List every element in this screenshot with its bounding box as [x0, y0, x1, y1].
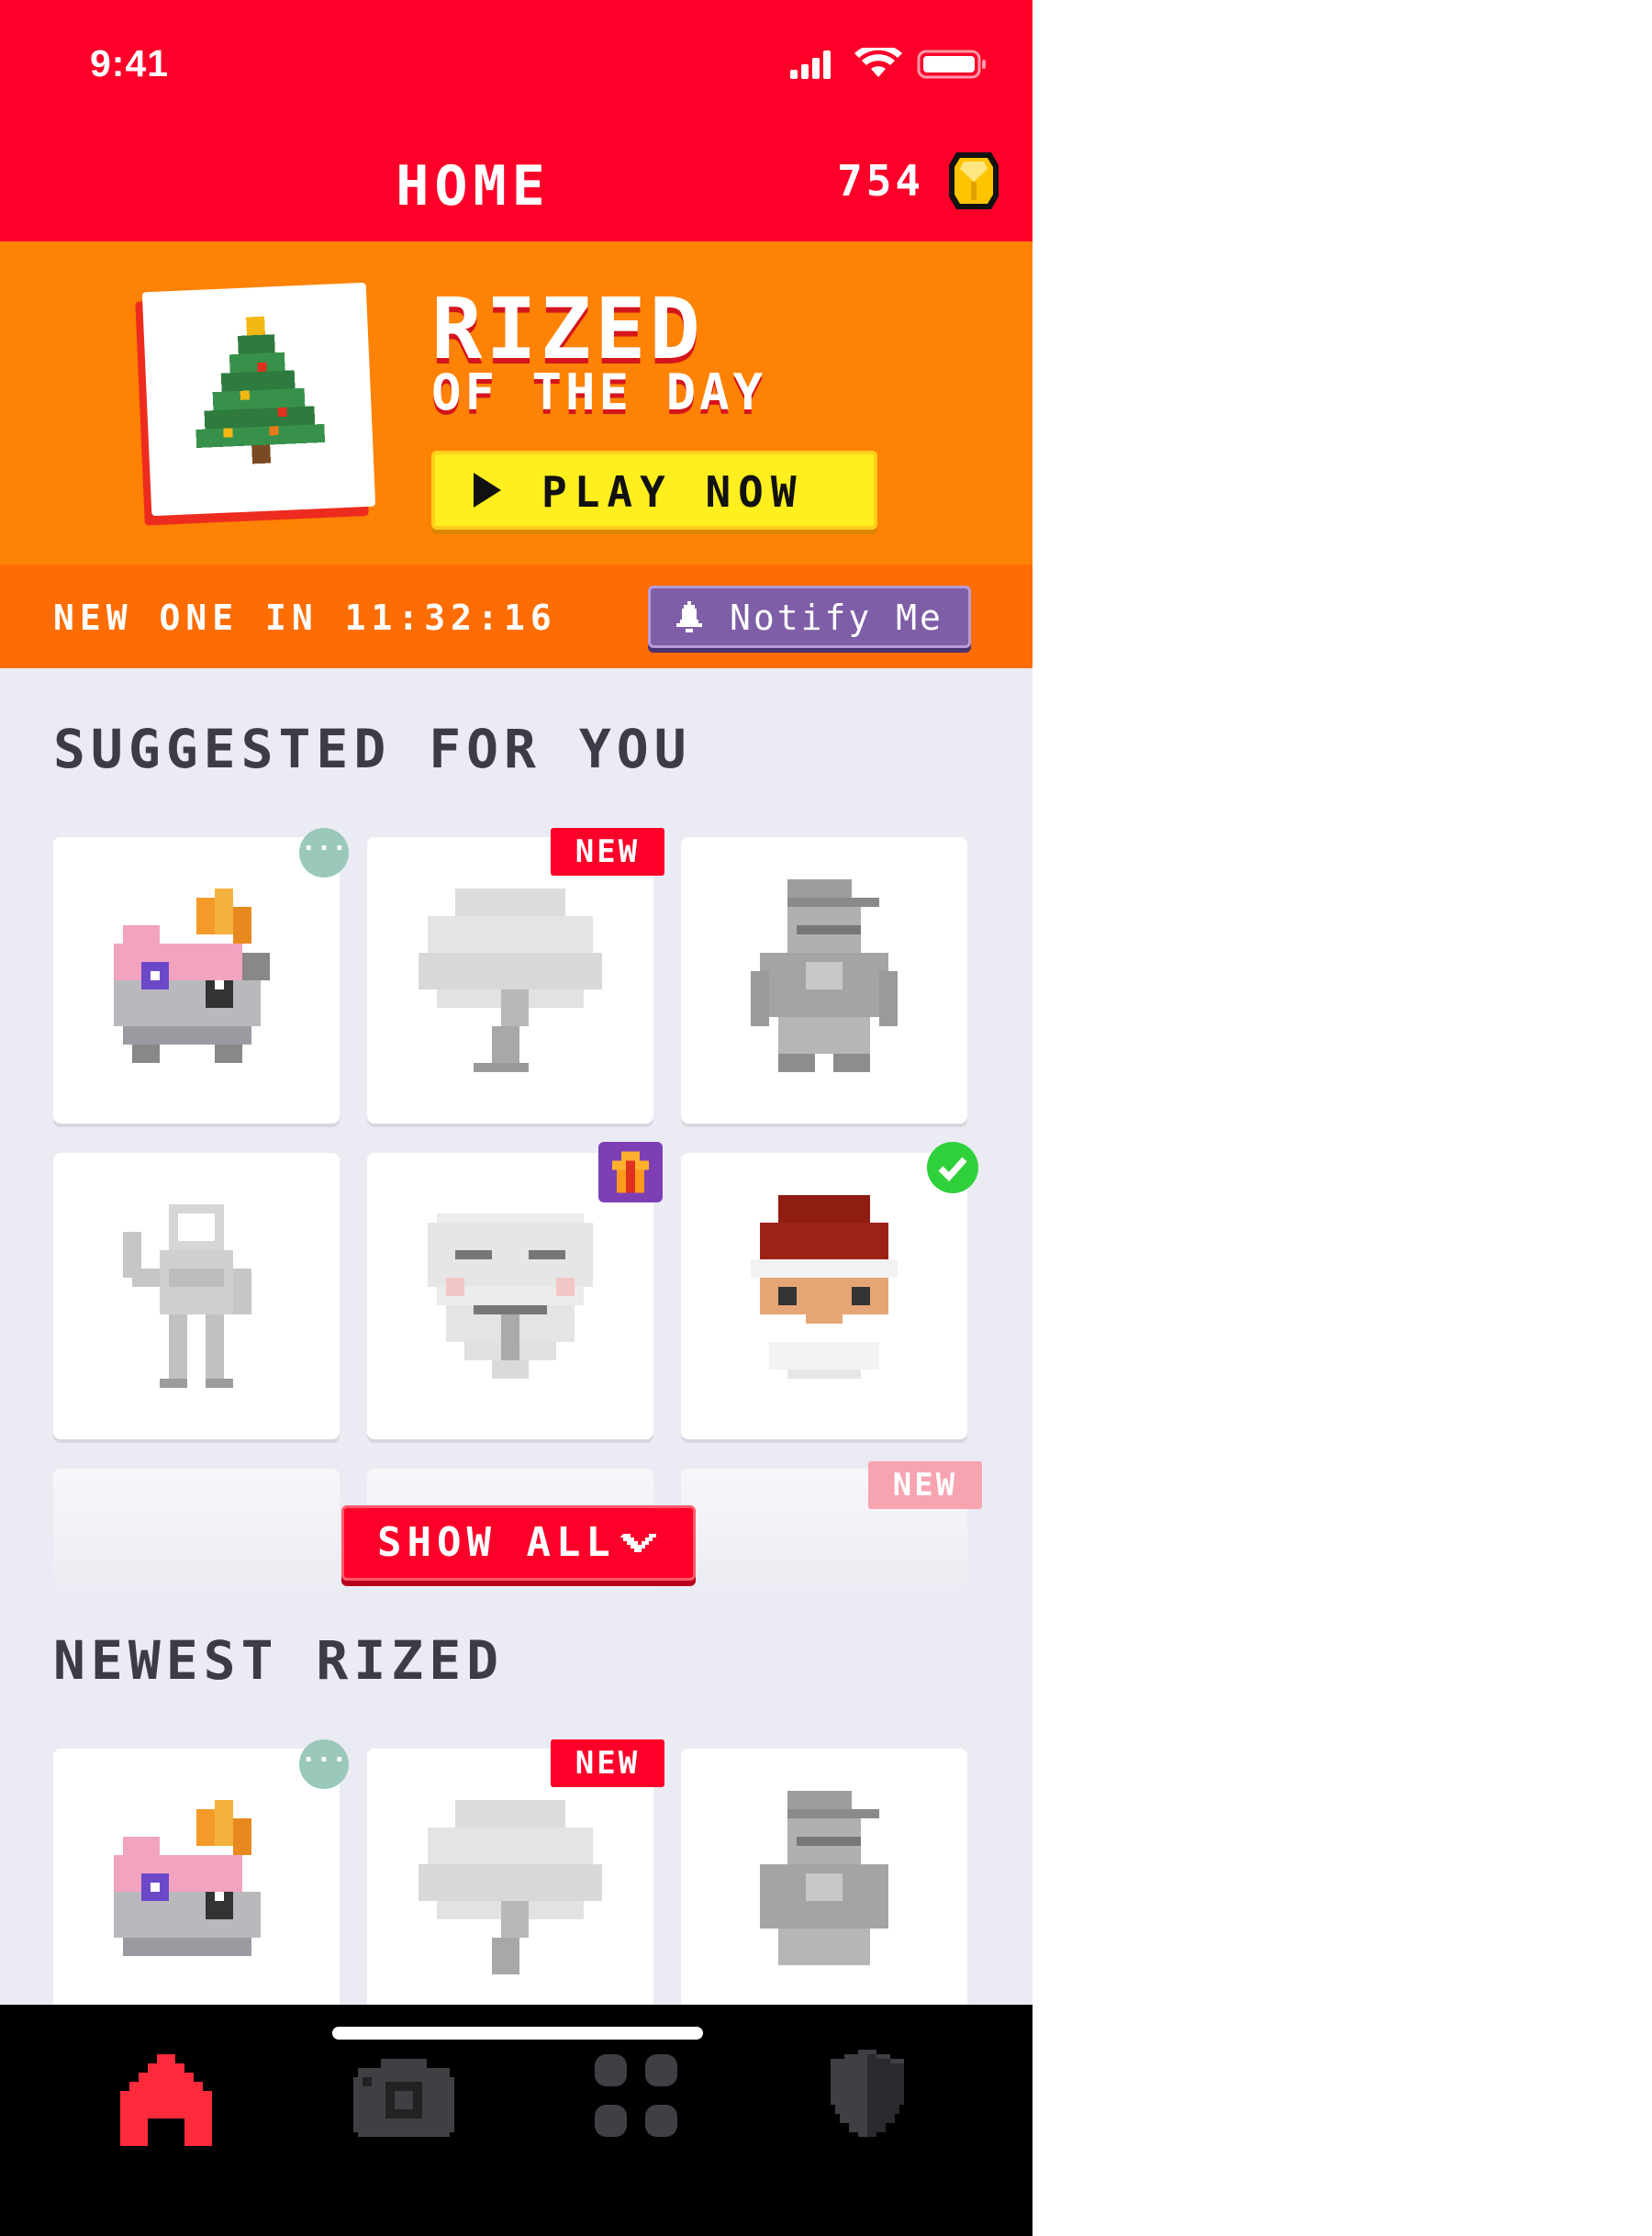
play-icon — [474, 473, 501, 508]
newest-item-rapper[interactable] — [681, 1749, 967, 2035]
more-badge: ··· — [299, 1739, 349, 1789]
grid-item-tree[interactable]: NEW — [367, 828, 664, 1124]
gem-icon[interactable] — [947, 149, 1000, 213]
shield-icon — [831, 2050, 904, 2137]
check-icon — [938, 1157, 967, 1182]
grid-item-santa[interactable] — [681, 1142, 978, 1439]
more-badge: ··· — [299, 828, 349, 878]
rapper-icon — [760, 1791, 888, 1965]
new-badge: NEW — [551, 1739, 664, 1787]
play-now-button[interactable]: PLAY NOW — [431, 451, 877, 530]
camera-icon — [353, 2059, 454, 2137]
faded-card — [53, 1469, 340, 1597]
astronaut-icon — [123, 1204, 251, 1388]
promo-image-card[interactable] — [141, 282, 376, 517]
bell-icon — [676, 601, 702, 632]
home-indicator[interactable] — [332, 2027, 703, 2040]
monster-icon — [114, 889, 270, 1063]
countdown-label: NEW ONE IN — [53, 598, 318, 638]
newest-item-monster[interactable]: ··· — [53, 1739, 349, 2035]
gift-badge — [598, 1142, 663, 1202]
countdown-timer: 11:32:16 — [344, 598, 557, 638]
countdown-text: NEW ONE IN 11:32:16 — [53, 598, 557, 638]
play-now-label: PLAY NOW — [541, 467, 804, 517]
nav-home[interactable] — [116, 2045, 217, 2146]
check-badge — [927, 1142, 978, 1193]
grid-item-astronaut[interactable] — [53, 1153, 340, 1439]
status-time: 9:41 — [90, 42, 170, 84]
chevron-down-icon — [620, 1534, 656, 1552]
rized-of-the-day-banner: RIZED OF THE DAY PLAY NOW — [0, 241, 1032, 565]
nav-grid[interactable] — [586, 2045, 686, 2146]
tree-icon — [419, 889, 602, 1072]
grid-icon — [595, 2054, 677, 2137]
show-all-label: SHOW ALL — [377, 1519, 616, 1566]
newest-item-tree[interactable]: NEW — [367, 1739, 664, 2035]
grid-item-mask[interactable] — [367, 1142, 663, 1439]
promo-title: RIZED — [431, 280, 704, 378]
promo-subtitle: OF THE DAY — [431, 363, 767, 421]
countdown-strip: NEW ONE IN 11:32:16 Notify Me — [0, 565, 1032, 668]
home-icon — [120, 2054, 212, 2146]
show-all-button[interactable]: SHOW ALL — [341, 1505, 696, 1581]
tree-icon — [419, 1800, 602, 1974]
status-icons — [790, 48, 986, 79]
coin-balance: 754 — [837, 156, 925, 206]
santa-icon — [751, 1195, 898, 1379]
gift-icon — [612, 1151, 649, 1193]
grid-item-rapper[interactable] — [681, 837, 967, 1124]
nav-camera[interactable] — [349, 2045, 454, 2146]
newest-section-title: NEWEST RIZED — [53, 1629, 505, 1692]
notify-me-button[interactable]: Notify Me — [648, 586, 971, 648]
notify-me-label: Notify Me — [730, 598, 943, 638]
header-bar: 9:41 HOME 754 — [0, 0, 1032, 241]
suggested-section-title: SUGGESTED FOR YOU — [53, 718, 692, 780]
grid-item-monster[interactable]: ··· — [53, 828, 349, 1124]
new-badge: NEW — [551, 828, 664, 876]
app-screen: 9:41 HOME 754 RIZED OF THE DAY PLAY NOW … — [0, 0, 1032, 2236]
new-badge: NEW — [868, 1461, 982, 1509]
rapper-icon — [751, 879, 898, 1072]
monster-icon — [114, 1800, 261, 1956]
nav-shield[interactable] — [817, 2045, 918, 2146]
christmas-tree-icon — [195, 316, 326, 464]
mask-icon — [428, 1213, 593, 1379]
